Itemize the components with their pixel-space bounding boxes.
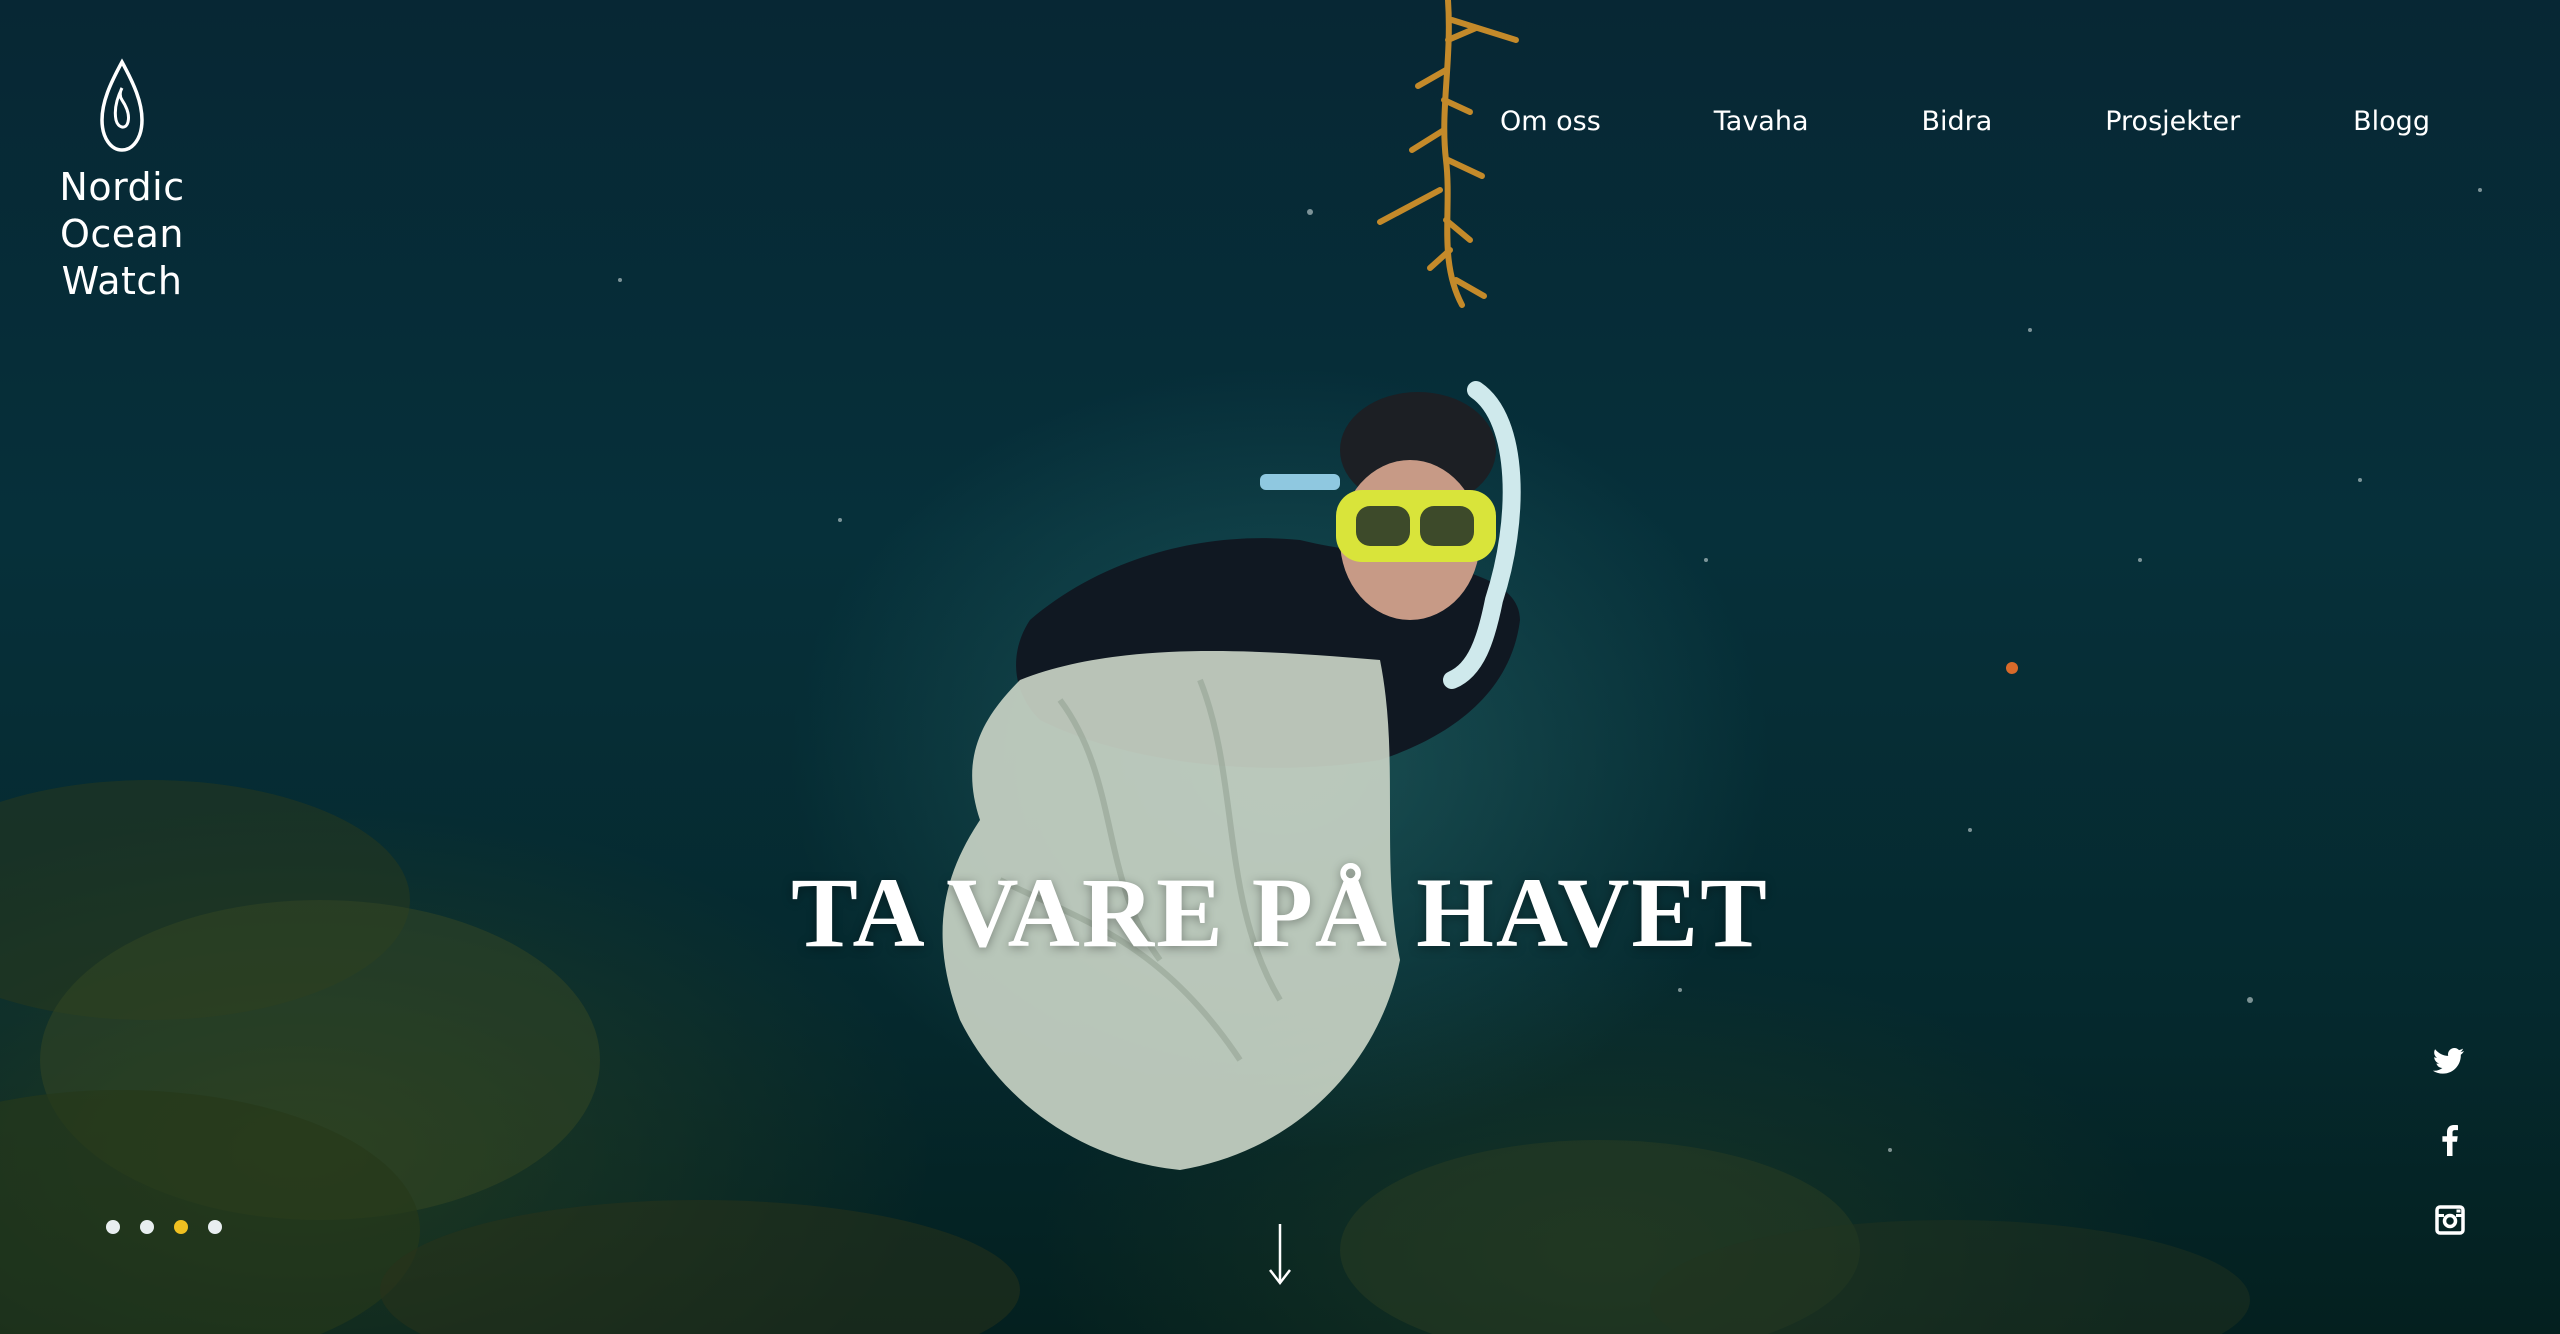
social-links bbox=[2430, 1040, 2470, 1280]
site-logo[interactable]: Nordic Ocean Watch bbox=[52, 58, 192, 305]
logo-wordmark: Nordic Ocean Watch bbox=[52, 164, 192, 305]
nav-link-tavaha[interactable]: Tavaha bbox=[1714, 104, 1809, 140]
instagram-link[interactable] bbox=[2430, 1200, 2470, 1240]
twitter-link[interactable] bbox=[2430, 1040, 2470, 1080]
hero-background bbox=[0, 0, 2560, 1334]
instagram-icon bbox=[2435, 1205, 2465, 1235]
slider-dot[interactable] bbox=[106, 1220, 120, 1234]
nav-link-prosjekter[interactable]: Prosjekter bbox=[2105, 104, 2240, 140]
slider-pagination bbox=[106, 1220, 242, 1236]
nav-link-bidra[interactable]: Bidra bbox=[1921, 104, 1992, 140]
seaweed-strand bbox=[1377, 0, 1519, 308]
slider-dot[interactable] bbox=[140, 1220, 154, 1234]
hero-headline: TA VARE PÅ HAVET bbox=[791, 857, 1769, 968]
orange-particle bbox=[2006, 662, 2018, 674]
logo-line: Nordic bbox=[59, 165, 185, 209]
facebook-link[interactable] bbox=[2430, 1120, 2470, 1160]
facebook-icon bbox=[2442, 1125, 2458, 1156]
hero-photo-illustration bbox=[0, 0, 2482, 1334]
slider-dot[interactable] bbox=[208, 1220, 222, 1234]
nav-link-om-oss[interactable]: Om oss bbox=[1500, 104, 1601, 140]
water-drop-icon bbox=[100, 58, 144, 152]
slider-dot-active[interactable] bbox=[174, 1220, 188, 1234]
nav-link-blogg[interactable]: Blogg bbox=[2353, 104, 2430, 140]
floating-particles bbox=[618, 188, 2482, 1152]
scroll-down-button[interactable] bbox=[1264, 1222, 1296, 1286]
logo-line: Watch bbox=[61, 259, 183, 303]
logo-line: Ocean bbox=[59, 212, 185, 256]
twitter-icon bbox=[2432, 1048, 2464, 1074]
main-navigation: Om oss Tavaha Bidra Prosjekter Blogg bbox=[1500, 104, 2430, 140]
arrow-down-icon bbox=[1269, 1224, 1291, 1286]
